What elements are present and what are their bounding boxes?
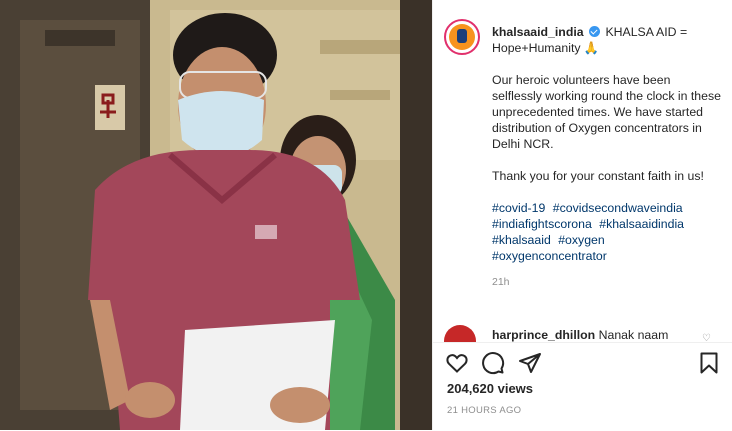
comment-like-heart-icon[interactable]: ♡ bbox=[702, 333, 711, 342]
author-avatar[interactable] bbox=[444, 19, 480, 55]
commenter-avatar[interactable] bbox=[444, 325, 476, 342]
heart-icon[interactable] bbox=[445, 351, 469, 375]
hashtag-link[interactable]: #oxygenconcentrator bbox=[492, 249, 607, 263]
views-count[interactable]: 204,620 views bbox=[447, 381, 533, 396]
caption-timestamp[interactable]: 21h bbox=[492, 274, 722, 290]
post-video[interactable] bbox=[0, 0, 432, 430]
comment-text: Nanak naam bbox=[598, 328, 669, 342]
post-timestamp[interactable]: 21 HOURS AGO bbox=[447, 405, 521, 416]
caption-paragraph-1: Our heroic volunteers have been selfless… bbox=[492, 73, 721, 151]
video-frame bbox=[0, 0, 432, 430]
comment-icon[interactable] bbox=[481, 351, 505, 375]
post-details-panel: khalsaaid_india KHALSA AID = Hope+Humani… bbox=[432, 0, 732, 431]
hashtag-link[interactable]: #oxygen bbox=[558, 233, 605, 247]
hashtag-link[interactable]: #khalsaaid bbox=[492, 233, 551, 247]
hashtag-link[interactable]: #covid-19 bbox=[492, 201, 545, 215]
caption-paragraph-2: Thank you for your constant faith in us! bbox=[492, 169, 704, 183]
bookmark-icon[interactable] bbox=[697, 351, 721, 375]
commenter-username[interactable]: harprince_dhillon bbox=[492, 328, 595, 342]
post-caption: khalsaaid_india KHALSA AID = Hope+Humani… bbox=[492, 24, 722, 290]
hashtag-list: #covid-19 #covidsecondwaveindia #indiafi… bbox=[492, 200, 722, 264]
hashtag-link[interactable]: #indiafightscorona bbox=[492, 217, 592, 231]
hashtag-link[interactable]: #khalsaaidindia bbox=[599, 217, 684, 231]
hashtag-link[interactable]: #covidsecondwaveindia bbox=[553, 201, 683, 215]
post-actions-bar: 204,620 views 21 HOURS AGO bbox=[433, 342, 732, 431]
verified-badge-icon bbox=[589, 26, 601, 37]
author-username[interactable]: khalsaaid_india bbox=[492, 25, 584, 39]
caption-scroll-area[interactable]: khalsaaid_india KHALSA AID = Hope+Humani… bbox=[433, 0, 732, 342]
share-icon[interactable] bbox=[518, 351, 542, 375]
